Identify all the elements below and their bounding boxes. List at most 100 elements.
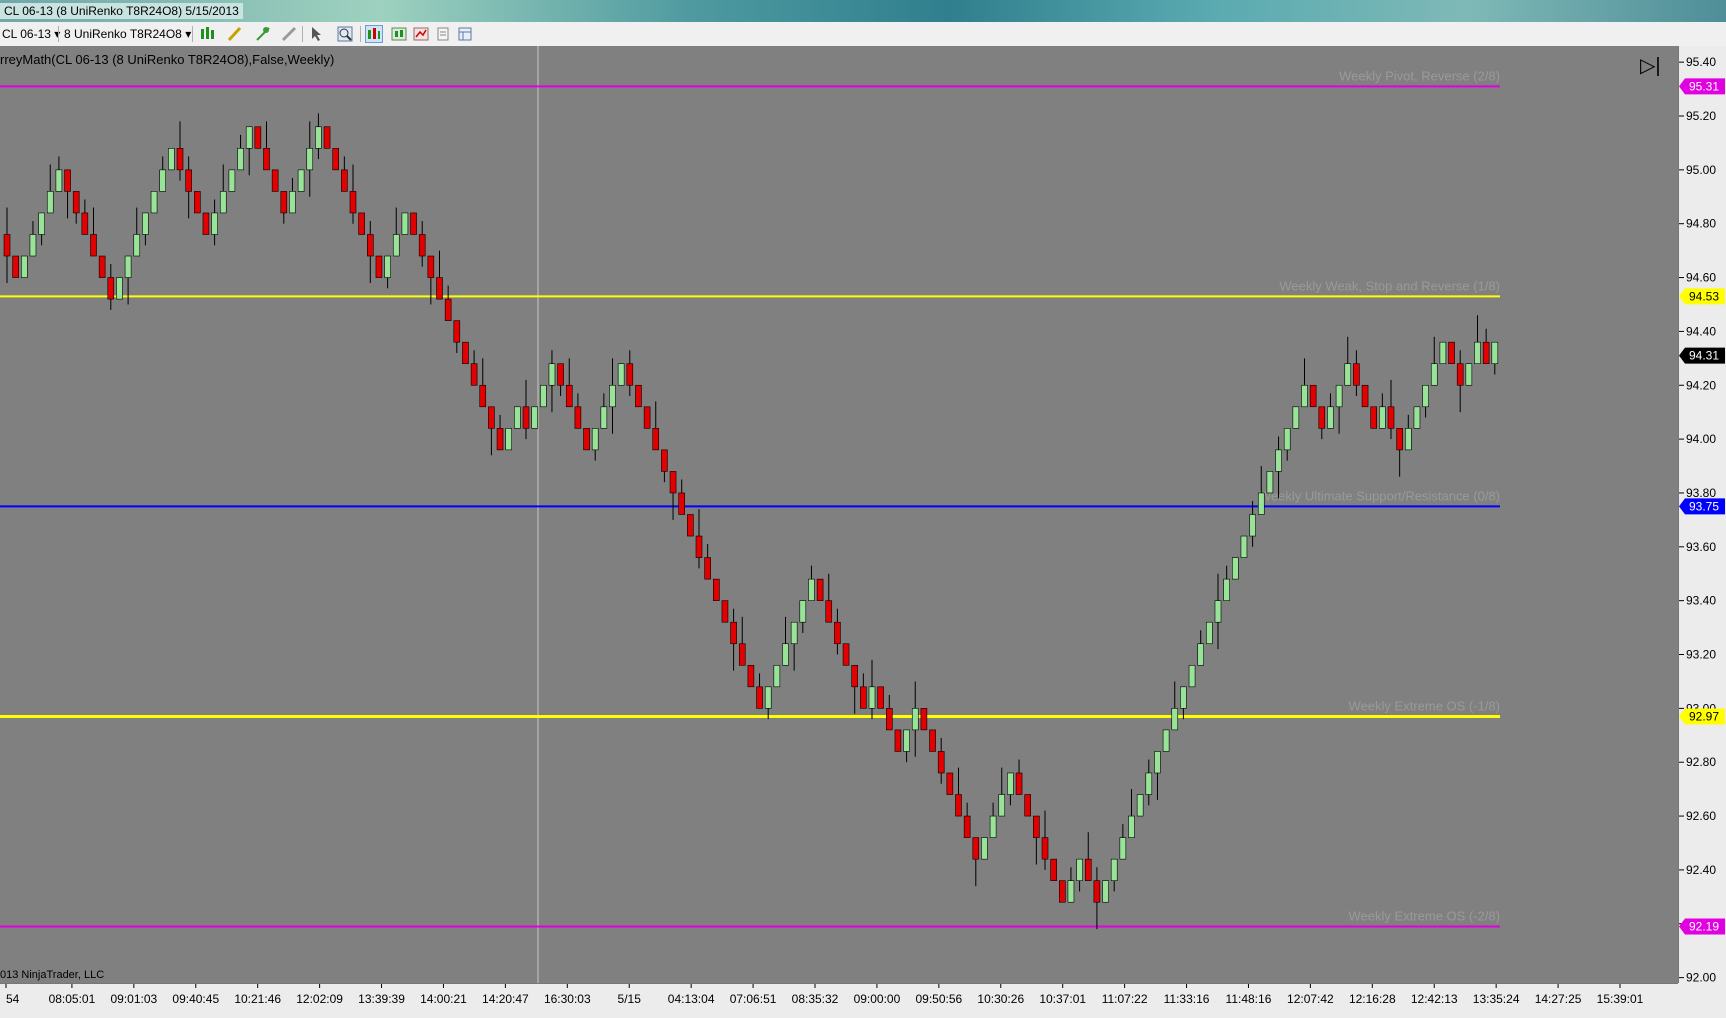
up-candle — [868, 686, 876, 709]
price-plot[interactable]: Weekly Pivot, Reverse (2/8) Weekly Weak, … — [0, 46, 1678, 983]
time-tick-label: 5/15 — [618, 992, 642, 1006]
down-candle — [1041, 837, 1049, 860]
up-candle — [392, 234, 400, 257]
down-candle — [756, 686, 763, 709]
up-candle — [219, 191, 227, 214]
up-candle — [1119, 837, 1127, 860]
time-tick-label: 11:07:22 — [1102, 992, 1148, 1006]
price-axis-scale: 92.0092.2092.4092.6092.8093.0093.2093.40… — [1679, 55, 1725, 985]
up-candle — [20, 255, 28, 278]
up-candle — [1275, 449, 1282, 472]
up-candle — [1154, 751, 1161, 774]
price-tick-label: 93.40 — [1686, 594, 1716, 608]
time-tick-label: 12:07:42 — [1287, 992, 1334, 1006]
up-candle — [764, 686, 772, 709]
down-candle — [488, 406, 495, 429]
up-candle — [609, 384, 616, 408]
price-tick-label: 92.80 — [1686, 755, 1716, 769]
time-axis[interactable]: 54 08:05:01 09:01:03 09:40:45 10:21:46 12:02:… — [0, 983, 1678, 1013]
down-candle — [1050, 858, 1057, 881]
down-candle — [3, 234, 11, 257]
data-box-icon[interactable] — [365, 25, 383, 43]
up-candle — [911, 708, 919, 731]
up-candle — [38, 212, 45, 235]
up-candle — [505, 428, 513, 451]
up-candle — [116, 277, 123, 300]
level-label: Weekly Ultimate Support/Resistance (0/8) — [1259, 488, 1500, 503]
down-candle — [12, 255, 19, 278]
up-candle — [142, 212, 149, 235]
down-candle — [557, 363, 564, 386]
indicators-icon[interactable] — [390, 25, 408, 43]
up-candle — [808, 578, 815, 601]
cursor-icon[interactable] — [308, 25, 326, 43]
up-candle — [1232, 557, 1239, 580]
time-axis-scale: 54 08:05:01 09:01:03 09:40:45 10:21:46 12:02:… — [5, 984, 1644, 1006]
up-candle — [548, 363, 556, 386]
down-candle — [972, 837, 980, 860]
scroll-to-end-button[interactable]: ▷| — [1640, 56, 1661, 76]
chart-panel[interactable]: Weekly Pivot, Reverse (2/8) Weekly Weak, … — [0, 46, 1678, 983]
down-candle — [834, 621, 841, 645]
strategies-icon[interactable] — [412, 25, 430, 43]
price-axis[interactable]: 92.0092.2092.4092.6092.8093.0093.2093.40… — [1678, 46, 1726, 985]
eraser-icon[interactable] — [280, 25, 298, 43]
up-candle — [600, 406, 608, 429]
down-candle — [842, 643, 850, 666]
instrument-selector[interactable]: CL 06-13 ▾ — [2, 26, 60, 42]
price-tick-label: 93.80 — [1686, 486, 1716, 500]
time-tick-label: 08:05:01 — [49, 992, 96, 1006]
template-icon[interactable] — [456, 25, 474, 43]
down-candle — [860, 686, 867, 709]
down-candle — [929, 729, 936, 752]
up-candle — [1007, 772, 1014, 795]
time-tick-label: 14:00:21 — [420, 992, 467, 1006]
time-tick-label: 14:27:25 — [1535, 992, 1582, 1006]
down-candle — [825, 600, 833, 623]
level-label: Weekly Extreme OS (-1/8) — [1349, 698, 1500, 713]
bar-style-icon[interactable] — [198, 25, 216, 43]
time-tick-label: 13:39:39 — [358, 992, 405, 1006]
up-candle — [1162, 729, 1170, 752]
down-candle — [176, 148, 184, 171]
properties-icon[interactable] — [434, 25, 452, 43]
up-candle — [1283, 428, 1291, 451]
level-label: Weekly Pivot, Reverse (2/8) — [1339, 68, 1500, 83]
up-candle — [1102, 880, 1109, 903]
down-candle — [695, 535, 703, 558]
up-candle — [1197, 643, 1204, 666]
down-candle — [1370, 406, 1377, 429]
down-candle — [643, 406, 651, 429]
price-tick-label: 94.20 — [1686, 378, 1716, 392]
up-candle — [1128, 815, 1135, 838]
up-candle — [1344, 363, 1352, 386]
up-candle — [401, 212, 409, 235]
price-tick-label: 94.40 — [1686, 324, 1716, 338]
time-tick-label: 10:21:46 — [234, 992, 281, 1006]
down-candle — [323, 126, 331, 149]
draw-tools-icon[interactable] — [254, 25, 272, 43]
down-candle — [358, 212, 365, 235]
indicator-label: rreyMath(CL 06-13 (8 UniRenko T8R24O8),F… — [0, 52, 335, 67]
up-candle — [981, 837, 988, 860]
current-price-label: 94.31 — [1689, 349, 1719, 363]
up-candle — [773, 664, 781, 688]
up-candle — [1405, 428, 1412, 451]
down-candle — [453, 320, 461, 343]
down-candle — [1024, 794, 1031, 817]
draw-pencil-icon[interactable] — [226, 25, 244, 43]
up-candle — [1240, 535, 1248, 558]
up-candle — [289, 191, 296, 214]
up-candle — [1422, 384, 1429, 408]
down-candle — [816, 578, 824, 601]
time-tick-label: 11:48:16 — [1226, 992, 1272, 1006]
down-candle — [963, 815, 971, 838]
up-candle — [1327, 406, 1334, 429]
time-tick-label: 12:02:09 — [296, 992, 343, 1006]
down-candle — [885, 708, 893, 731]
level-label: Weekly Weak, Stop and Reverse (1/8) — [1279, 278, 1500, 293]
zoom-icon[interactable] — [336, 25, 354, 43]
bar-type-selector[interactable]: 8 UniRenko T8R24O8 ▾ — [64, 26, 191, 42]
up-candle — [998, 794, 1006, 817]
down-candle — [652, 428, 660, 451]
